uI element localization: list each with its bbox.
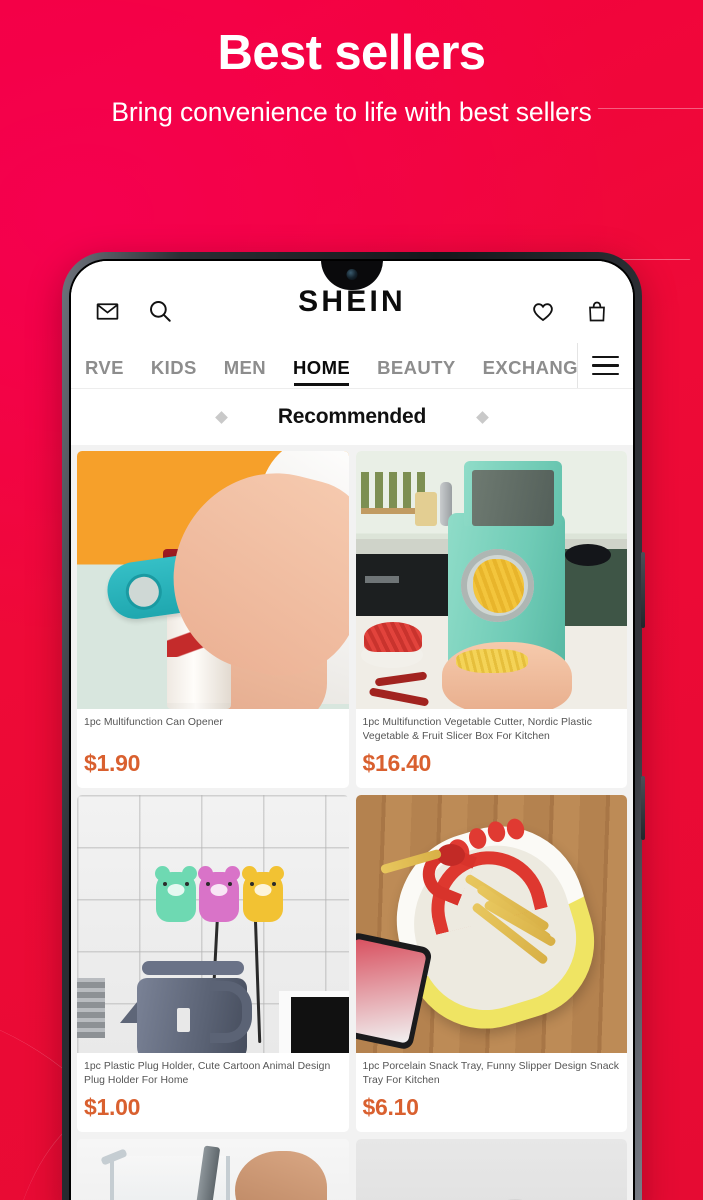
tab-men[interactable]: MEN — [224, 357, 266, 388]
snack-tray-photo — [355, 795, 627, 1054]
search-icon[interactable] — [145, 297, 174, 326]
product-card[interactable]: 1pc Porcelain Snack Tray, Funny Slipper … — [355, 795, 628, 1133]
plug-holder-photo — [77, 795, 349, 1054]
hamburger-menu-icon[interactable] — [577, 343, 633, 388]
phone-screen: SHEIN RVE KIDS MEN HOME BEAUTY EXCHANG R… — [71, 261, 633, 1200]
tab-home[interactable]: HOME — [293, 357, 350, 388]
front-camera-icon — [346, 269, 358, 280]
tab-curve[interactable]: RVE — [85, 357, 124, 388]
tab-kids[interactable]: KIDS — [151, 357, 197, 388]
category-nav: RVE KIDS MEN HOME BEAUTY EXCHANG — [71, 343, 633, 389]
header-right-actions — [528, 297, 611, 326]
measuring-cup-photo — [77, 1139, 349, 1200]
product-price: $1.90 — [84, 750, 141, 776]
product-price: $6.10 — [362, 1094, 419, 1121]
tab-exchange[interactable]: EXCHANG — [483, 357, 577, 388]
chevron-decoration — [479, 108, 703, 260]
product-title: 1pc Porcelain Snack Tray, Funny Slipper … — [362, 1061, 620, 1086]
product-info: 1pc Porcelain Snack Tray, Funny Slipper … — [356, 1053, 628, 1132]
product-card[interactable] — [77, 1139, 349, 1200]
product-info: 1pc Plastic Plug Holder, Cute Cartoon An… — [77, 1053, 349, 1132]
heart-icon[interactable] — [528, 297, 557, 326]
gray-product-photo — [355, 1139, 627, 1200]
section-title: Recommended — [277, 405, 427, 428]
diamond-right-icon — [476, 410, 490, 424]
power-button[interactable] — [641, 776, 645, 840]
promo-subtitle: Bring convenience to life with best sell… — [111, 97, 592, 128]
promo-copy: Best sellers Bring convenience to life w… — [0, 26, 703, 130]
product-title: 1pc Plastic Plug Holder, Cute Cartoon An… — [84, 1061, 331, 1086]
header-left-actions — [93, 297, 174, 326]
promo-title: Best sellers — [217, 26, 487, 80]
mail-icon[interactable] — [93, 297, 122, 326]
product-info: 1pc Multifunction Can Opener $1.90 — [77, 709, 349, 788]
diamond-left-icon — [214, 410, 228, 424]
product-info: 1pc Multifunction Vegetable Cutter, Nord… — [356, 709, 628, 788]
product-price: $1.00 — [84, 1094, 141, 1121]
vegetable-cutter-photo — [355, 451, 627, 709]
phone-mockup: SHEIN RVE KIDS MEN HOME BEAUTY EXCHANG R… — [62, 252, 645, 1200]
product-card[interactable]: 1pc Multifunction Can Opener $1.90 — [77, 451, 349, 789]
product-card[interactable]: 1pc Multifunction Vegetable Cutter, Nord… — [355, 451, 628, 789]
tab-beauty[interactable]: BEAUTY — [377, 357, 455, 388]
bag-icon[interactable] — [582, 297, 611, 326]
recommended-header: Recommended — [71, 389, 633, 445]
product-card[interactable]: 1pc Plastic Plug Holder, Cute Cartoon An… — [77, 795, 349, 1133]
product-price: $16.40 — [362, 750, 432, 777]
product-title: 1pc Multifunction Vegetable Cutter, Nord… — [362, 717, 592, 742]
product-grid: 1pc Multifunction Can Opener $1.90 1pc M… — [77, 451, 627, 1200]
product-card[interactable] — [355, 1139, 627, 1200]
product-grid-container[interactable]: 1pc Multifunction Can Opener $1.90 1pc M… — [71, 445, 633, 1200]
brand-logo[interactable]: SHEIN — [298, 285, 406, 319]
can-opener-photo — [77, 451, 349, 709]
product-title: 1pc Multifunction Can Opener — [84, 717, 223, 728]
volume-button[interactable] — [641, 552, 645, 628]
phone-bezel: SHEIN RVE KIDS MEN HOME BEAUTY EXCHANG R… — [69, 259, 635, 1200]
nav-tab-scroller[interactable]: RVE KIDS MEN HOME BEAUTY EXCHANG — [85, 357, 577, 388]
